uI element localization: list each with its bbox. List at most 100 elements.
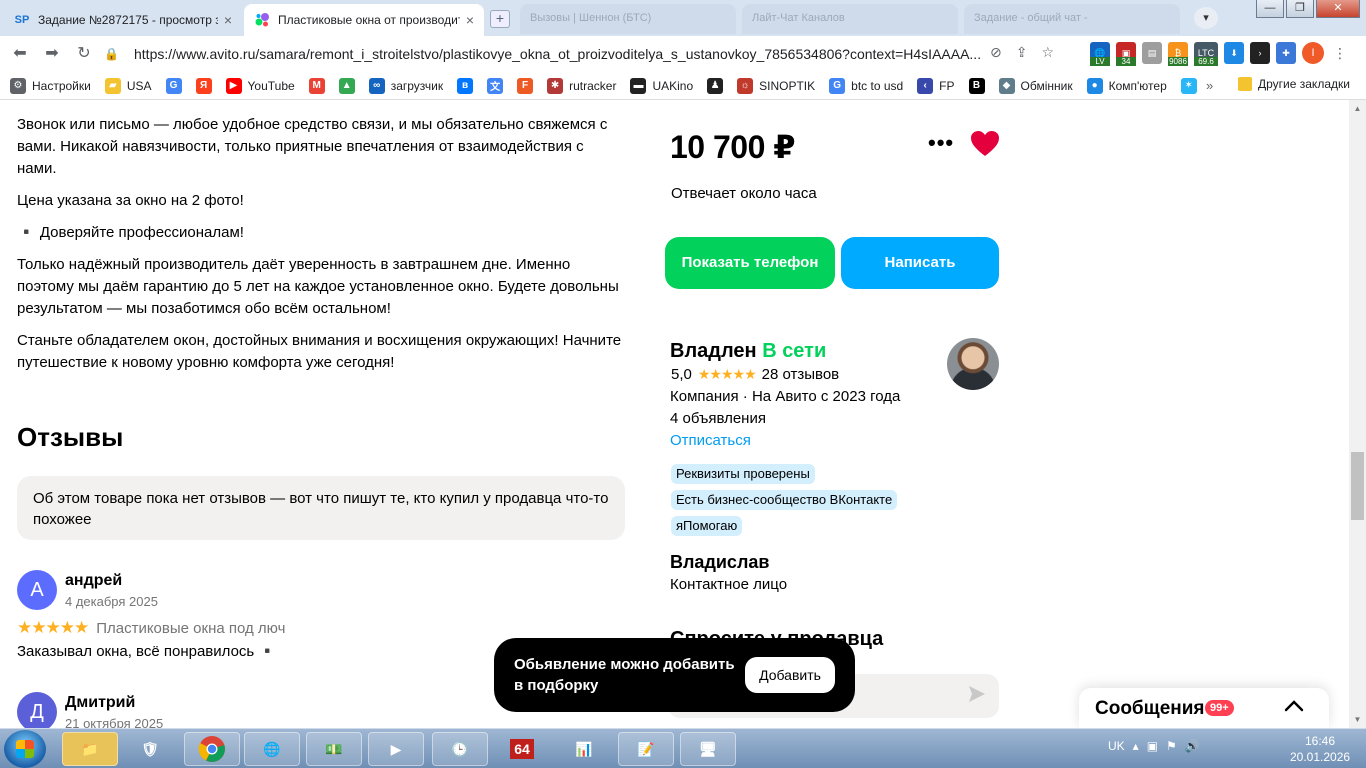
seller-listings-link[interactable]: 4 объявления: [670, 410, 766, 427]
seller-type: Компания · На Авито с 2023 года: [670, 388, 901, 405]
chrome-icon[interactable]: [184, 732, 240, 766]
bookmark-item[interactable]: ✶: [1180, 77, 1203, 94]
bookmark-item[interactable]: ♟: [707, 77, 729, 94]
badge-vk-community[interactable]: Есть бизнес-сообщество ВКонтакте: [671, 490, 898, 510]
minimize-button[interactable]: —: [1256, 0, 1284, 18]
bookmark-item[interactable]: F: [517, 77, 539, 94]
profile-avatar[interactable]: I: [1302, 42, 1324, 64]
close-tab-icon[interactable]: ×: [466, 12, 474, 28]
bookmark-item[interactable]: ‹ FP: [917, 77, 955, 94]
download-extension-icon[interactable]: ⬇: [1224, 42, 1244, 64]
bitcoin-extension-icon[interactable]: ₿ 9086: [1168, 42, 1188, 66]
url-text[interactable]: https://www.avito.ru/samara/remont_i_str…: [134, 46, 981, 62]
address-bar[interactable]: 🔒 https://www.avito.ru/samara/remont_i_s…: [104, 40, 984, 68]
toast-add-button[interactable]: Добавить: [745, 657, 835, 693]
calendar-extension-icon[interactable]: ▣ 34: [1116, 42, 1136, 66]
bookmark-item[interactable]: G: [165, 77, 188, 94]
background-tab[interactable]: Задание - общий чат -: [964, 4, 1180, 34]
bookmark-item[interactable]: ✱ rutracker: [547, 77, 616, 94]
bookmark-item[interactable]: в: [457, 77, 479, 94]
globe-extension-icon[interactable]: 🌐 LV: [1090, 42, 1110, 66]
scroll-up-arrow-icon[interactable]: ▲: [1349, 100, 1366, 117]
briefcase-extension-icon[interactable]: ▤: [1142, 42, 1162, 64]
bookmark-item[interactable]: M: [308, 77, 331, 94]
start-button[interactable]: [4, 730, 46, 768]
tray-app-icon[interactable]: ▣: [1147, 739, 1158, 753]
show-phone-button[interactable]: Показать телефон: [665, 237, 835, 289]
scrollbar-thumb[interactable]: [1351, 452, 1364, 520]
close-window-button[interactable]: ✕: [1316, 0, 1360, 18]
lock-icon[interactable]: 🔒: [104, 47, 120, 61]
bookmark-item[interactable]: ◆ Обмінник: [998, 77, 1073, 94]
reviewer-name[interactable]: андрей: [65, 572, 122, 590]
messages-widget[interactable]: Сообщения 99+: [1079, 688, 1329, 728]
chevron-up-icon[interactable]: [1283, 698, 1305, 714]
bookmark-item[interactable]: ∞ загрузчик: [368, 77, 443, 94]
terminal-extension-icon[interactable]: ›: [1250, 42, 1270, 64]
bookmark-item[interactable]: Gbtc to usd: [829, 77, 903, 94]
seller-avatar[interactable]: [947, 338, 999, 390]
network-globe-icon[interactable]: 🌐: [244, 732, 300, 766]
reviews-count-link[interactable]: 28 отзывов: [762, 366, 840, 383]
background-tab[interactable]: Лайт-Чат Каналов: [742, 4, 958, 34]
bookmark-item[interactable]: ● Комп'ютер: [1086, 77, 1167, 94]
bookmark-item[interactable]: ☼ SINOPTIK: [737, 77, 815, 94]
litecoin-extension-icon[interactable]: LTC 69.6: [1194, 42, 1218, 66]
background-tab[interactable]: Вызовы | Шеннон (БТС): [520, 4, 736, 34]
monitor-app-icon[interactable]: 🖥: [680, 732, 736, 766]
tray-volume-icon[interactable]: 🔊: [1185, 739, 1200, 753]
favorite-heart-icon[interactable]: [970, 130, 1000, 158]
notepad-icon[interactable]: 📝: [618, 732, 674, 766]
bookmark-item[interactable]: ▶ YouTube: [225, 77, 295, 94]
blocked-popup-icon[interactable]: ⊘: [990, 44, 1002, 61]
share-icon[interactable]: ⇪: [1016, 44, 1028, 61]
seller-name[interactable]: Владлен: [670, 340, 757, 362]
tab-assignment[interactable]: SP Задание №2872175 - просмотр з ×: [4, 4, 242, 36]
tab-search-chevron-icon[interactable]: ▾: [1194, 7, 1218, 29]
page-scrollbar[interactable]: ▲ ▼: [1349, 100, 1366, 728]
money-app-icon[interactable]: 💵: [306, 732, 362, 766]
clock-app-icon[interactable]: 🕒: [432, 732, 488, 766]
badge-ya-pomogayu[interactable]: яПомогаю: [671, 516, 743, 536]
bookmark-star-icon[interactable]: ☆: [1041, 44, 1054, 61]
reload-icon[interactable]: ↻: [72, 42, 96, 66]
tray-expand-icon[interactable]: ▴: [1133, 739, 1139, 753]
scroll-down-arrow-icon[interactable]: ▼: [1349, 711, 1366, 728]
forward-arrow-icon[interactable]: ➡: [40, 42, 64, 66]
aida64-icon[interactable]: 64: [494, 732, 550, 766]
explorer-icon[interactable]: 📁: [62, 732, 118, 766]
bookmark-item[interactable]: B: [968, 77, 991, 94]
reviewer-name[interactable]: Дмитрий: [65, 694, 135, 712]
reviewer-avatar[interactable]: А: [17, 570, 57, 610]
puzzle-extensions-icon[interactable]: ✚: [1276, 42, 1296, 64]
chart-app-icon[interactable]: 📊: [556, 732, 612, 766]
more-options-icon[interactable]: •••: [928, 130, 954, 156]
new-tab-button[interactable]: +: [490, 10, 510, 28]
unsubscribe-link[interactable]: Отписаться: [670, 432, 751, 449]
bookmark-item[interactable]: 文: [487, 77, 509, 94]
bookmark-item[interactable]: ▬ UAKino: [630, 77, 693, 94]
other-bookmarks-folder[interactable]: Другие закладки: [1238, 77, 1350, 91]
bookmark-item[interactable]: Я: [195, 77, 218, 94]
tab-avito[interactable]: Пластиковые окна от производит ×: [244, 4, 484, 36]
menu-kebab-icon[interactable]: ⋮: [1330, 42, 1350, 64]
tray-network-icon[interactable]: ⚑: [1166, 739, 1177, 753]
write-message-button[interactable]: Написать: [841, 237, 999, 289]
antivirus-icon[interactable]: 🛡: [122, 732, 178, 766]
send-icon[interactable]: [967, 684, 987, 704]
maximize-button[interactable]: ❐: [1286, 0, 1314, 18]
toast-text: Обьявление можно добавить в подборку: [514, 656, 735, 694]
system-clock[interactable]: 16:46 20.01.2026: [1290, 733, 1350, 765]
language-indicator[interactable]: UK: [1108, 739, 1125, 753]
bookmark-item[interactable]: ▰ USA: [104, 77, 152, 94]
media-player-icon[interactable]: ▶: [368, 732, 424, 766]
back-arrow-icon[interactable]: ⬅: [8, 42, 32, 66]
bookmark-item[interactable]: ▲: [338, 77, 361, 94]
close-tab-icon[interactable]: ×: [224, 12, 232, 28]
reply-time: Отвечает около часа: [671, 185, 817, 202]
bookmark-item[interactable]: ⚙ Настройки: [10, 77, 91, 94]
bookmarks-overflow-button[interactable]: »: [1206, 78, 1213, 93]
reviewer-avatar[interactable]: Д: [17, 692, 57, 728]
figure-icon: ♟: [707, 77, 724, 94]
tab-title: Задание №2872175 - просмотр з: [38, 13, 218, 27]
